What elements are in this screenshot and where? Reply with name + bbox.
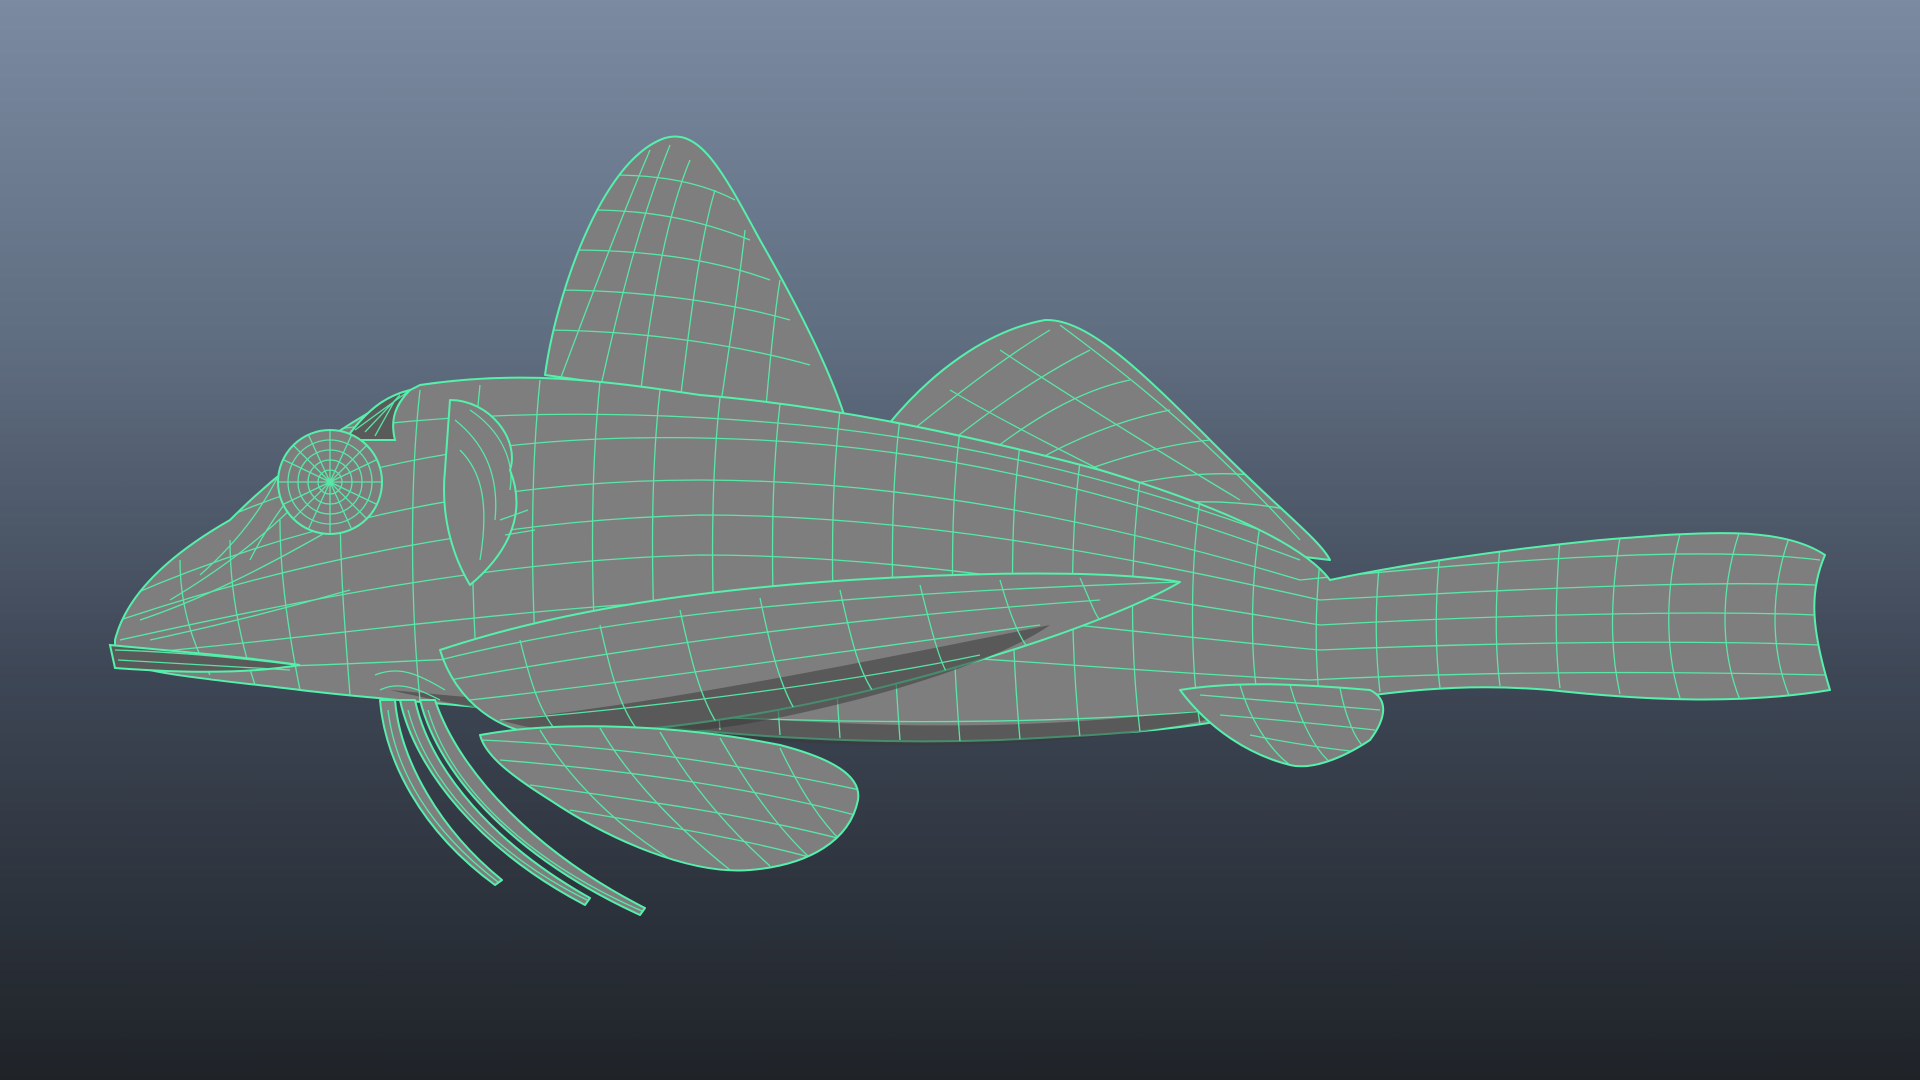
3d-viewport[interactable] [0,0,1920,1080]
pelvic-fin [1179,683,1385,768]
eye [277,429,383,535]
fish-model-wireframe[interactable] [0,0,1920,1080]
